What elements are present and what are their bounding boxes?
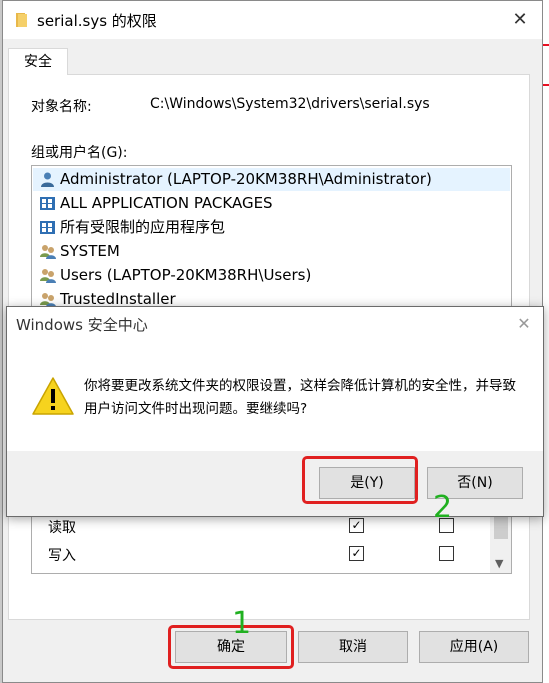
object-name-label: 对象名称: (31, 99, 92, 115)
list-item-label: Users (LAPTOP-20KM38RH\Users) (60, 266, 312, 284)
list-item-label: Administrator (LAPTOP-20KM38RH\Administr… (60, 170, 432, 188)
step-number-1: 1 (232, 606, 252, 641)
tab-security[interactable]: 安全 (8, 48, 68, 75)
window-titlebar: serial.sys 的权限 ✕ (3, 1, 542, 39)
users-icon (40, 269, 56, 283)
permissions-scrollbar[interactable]: ▼ (490, 507, 511, 573)
window-title: serial.sys 的权限 (37, 12, 157, 30)
group-list-label: 组或用户名(G): (31, 145, 128, 161)
security-warning-dialog: Windows 安全中心 ✕ 你将要更改系统文件夹的权限设置，这样会降低计算机的… (6, 306, 544, 517)
package-icon (40, 197, 55, 210)
folder-icon (16, 13, 27, 27)
list-item-label: SYSTEM (60, 242, 120, 260)
dialog-body: 你将要更改系统文件夹的权限设置，这样会降低计算机的安全性，并导致用户访问文件时出… (7, 341, 543, 451)
object-name-value: C:\Windows\System32\drivers\serial.sys (150, 96, 430, 112)
list-item-label: 所有受限制的应用程序包 (60, 218, 226, 236)
list-item[interactable]: 所有受限制的应用程序包 (33, 216, 510, 239)
dialog-titlebar: Windows 安全中心 ✕ (7, 307, 543, 341)
apply-button[interactable]: 应用(A) (419, 631, 529, 663)
chevron-down-icon[interactable]: ▼ (495, 557, 503, 570)
permission-row: 写入 ✓ (32, 540, 487, 568)
dialog-close-button[interactable]: ✕ (513, 313, 535, 335)
dialog-title: Windows 安全中心 (16, 316, 148, 334)
close-button[interactable]: ✕ (509, 9, 531, 31)
list-item[interactable]: Administrator (LAPTOP-20KM38RH\Administr… (33, 168, 510, 191)
allow-checkbox[interactable]: ✓ (349, 518, 364, 533)
list-item[interactable]: ALL APPLICATION PACKAGES (33, 192, 510, 215)
scrollbar-thumb[interactable] (494, 517, 508, 539)
highlight-ok-button (168, 625, 294, 669)
user-icon (41, 172, 54, 187)
group-user-list[interactable]: Administrator (LAPTOP-20KM38RH\Administr… (31, 165, 512, 310)
users-icon (40, 245, 56, 259)
deny-checkbox[interactable] (439, 546, 454, 561)
package-icon (40, 221, 55, 234)
cancel-button[interactable]: 取消 (298, 631, 408, 663)
list-item[interactable]: Users (LAPTOP-20KM38RH\Users) (33, 264, 510, 287)
permission-name: 读取 (48, 520, 76, 536)
highlight-yes-button (302, 456, 418, 504)
permission-name: 写入 (48, 548, 76, 564)
allow-checkbox[interactable]: ✓ (349, 546, 364, 561)
warning-icon (32, 377, 74, 415)
list-item-label: ALL APPLICATION PACKAGES (60, 194, 273, 212)
step-number-2: 2 (433, 490, 453, 525)
list-item[interactable]: SYSTEM (33, 240, 510, 263)
dialog-message: 你将要更改系统文件夹的权限设置，这样会降低计算机的安全性，并导致用户访问文件时出… (84, 378, 516, 417)
